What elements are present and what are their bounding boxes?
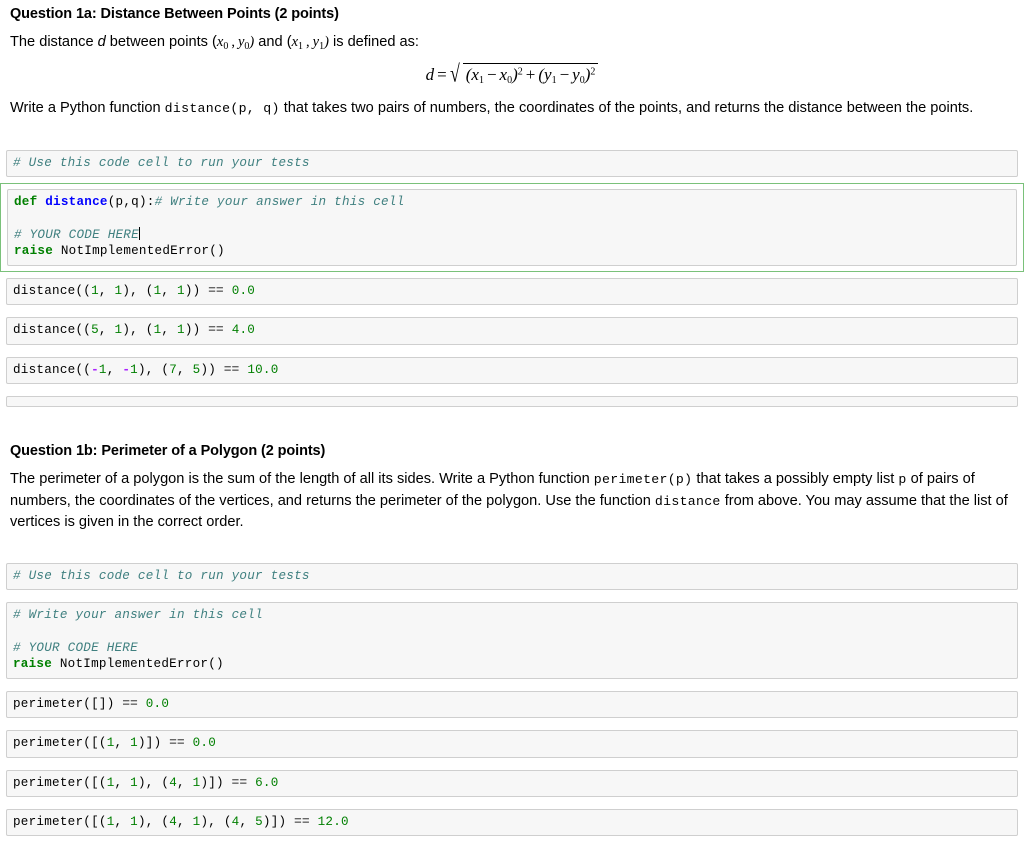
code-cell-assert-perimeter-1[interactable]: perimeter([]) == 0.0 perimeter([]) == 0.… xyxy=(0,685,1024,724)
code-cell-assert-distance-2[interactable]: distance((5, 1), (1, 1)) == 4.0 distance… xyxy=(0,311,1024,350)
inline-code-p: p xyxy=(898,472,907,488)
point-p0-inline: x0, y0) xyxy=(216,34,255,52)
code-content[interactable]: perimeter([]) == 0.0 xyxy=(13,696,1011,712)
markdown-cell-question-1a[interactable]: Question 1a: Distance Between Points (2 … xyxy=(0,0,1024,120)
exception-name: NotImplementedError() xyxy=(52,657,224,672)
code-cell-assert-perimeter-2[interactable]: perimeter([(1, 1)]) == 0.0 perimeter([(1… xyxy=(0,724,1024,763)
markdown-cell-question-1b[interactable]: Question 1b: Perimeter of a Polygon (2 p… xyxy=(0,437,1024,533)
square-root-group: √ (x1− x0)2 + (y1− y0)2 xyxy=(449,60,599,88)
code-content[interactable]: # Write your answer in this cell # YOUR … xyxy=(13,607,1011,673)
text-fragment: The distance xyxy=(10,34,98,50)
text-fragment: between points ( xyxy=(105,34,217,50)
code-content[interactable]: # Use this code cell to run your tests xyxy=(13,568,1011,584)
code-cell-editor[interactable]: def distance(p,q):# Write your answer in… xyxy=(7,189,1017,266)
formula-lhs: d xyxy=(425,65,435,85)
inline-code-perimeter-signature: perimeter(p) xyxy=(593,472,693,488)
code-content[interactable]: def distance(p,q):# Write your answer in… xyxy=(14,194,1010,260)
op-minus-2: − xyxy=(559,65,570,85)
text-fragment: that takes two pairs of numbers, the coo… xyxy=(279,100,974,117)
code-cell-editor[interactable]: perimeter([]) == 0.0 perimeter([]) == 0.… xyxy=(6,690,1018,719)
sub-1b: 1 xyxy=(551,75,557,87)
code-cell-editor[interactable]: perimeter([(1, 1)]) == 0.0 perimeter([(1… xyxy=(6,730,1018,758)
code-content[interactable]: distance((5, 1), (1, 1)) == 4.0 xyxy=(13,322,1011,338)
distance-formula: d = √ (x1− x0)2 + (y1− y0)2 xyxy=(10,57,1014,90)
code-cell-editor[interactable]: perimeter([(1, 1), (4, 1)]) == 6.0 perim… xyxy=(6,769,1018,798)
code-comment-your-code-here: # YOUR CODE HERE xyxy=(14,227,139,242)
code-cell-editor[interactable]: # Use this code cell to run your tests xyxy=(6,562,1018,591)
code-comment-answer-hint: # Write your answer in this cell xyxy=(13,608,263,623)
code-cell-assert-distance-1[interactable]: distance((1, 1), (1, 1)) == 0.0 distance… xyxy=(0,272,1024,311)
text-fragment: Write a Python function xyxy=(10,100,165,117)
sub-0: 0 xyxy=(507,75,513,87)
exception-name: NotImplementedError() xyxy=(53,244,225,259)
math-var-d: d xyxy=(97,34,106,50)
code-content[interactable]: perimeter([(1, 1)]) == 0.0 xyxy=(13,735,1011,751)
formula-equals: = xyxy=(437,65,447,85)
code-comment-your-code-here: # YOUR CODE HERE xyxy=(13,641,138,655)
code-content[interactable]: perimeter([(1, 1), (4, 1)]) == 6.0 xyxy=(13,775,1011,791)
sqrt-icon: √ xyxy=(449,60,460,88)
op-plus: + xyxy=(525,65,536,85)
term-x0: x xyxy=(499,65,508,85)
inline-code-distance: distance xyxy=(654,493,721,509)
point-p1-inline: x1, y1) xyxy=(291,34,329,52)
page-title-question-1a: Question 1a: Distance Between Points (2 … xyxy=(10,6,339,22)
code-cell-editor[interactable] xyxy=(6,396,1018,408)
code-cell-editor[interactable]: # Use this code cell to run your tests xyxy=(6,149,1018,178)
code-content[interactable]: distance((-1, -1), (7, 5)) == 10.0 xyxy=(13,362,1011,378)
text-cursor xyxy=(138,226,140,240)
keyword-def: def xyxy=(14,195,38,210)
code-content[interactable]: perimeter([(1, 1), (4, 1), (4, 5)]) == 1… xyxy=(13,814,1011,830)
question-1a-definition-paragraph: The distance d between points (x0, y0) an… xyxy=(10,24,1014,57)
code-cell-assert-distance-3[interactable]: distance((-1, -1), (7, 5)) == 10.0 dista… xyxy=(0,351,1024,390)
code-comment: # Use this code cell to run your tests xyxy=(13,155,310,170)
code-content[interactable]: distance((1, 1), (1, 1)) == 0.0 xyxy=(13,283,1011,299)
code-cell-empty[interactable] xyxy=(0,390,1024,413)
code-cell-editor[interactable]: distance((5, 1), (1, 1)) == 4.0 distance… xyxy=(6,317,1018,345)
exponent-2: 2 xyxy=(517,66,523,78)
page-title-question-1b: Question 1b: Perimeter of a Polygon (2 p… xyxy=(10,443,326,460)
question-1a-task-paragraph: Write a Python function distance(p, q) t… xyxy=(10,90,1014,120)
text-fragment: The perimeter of a polygon is the sum of… xyxy=(10,471,594,488)
inline-code-distance-signature: distance(p, q) xyxy=(164,101,280,117)
keyword-raise: raise xyxy=(13,657,53,672)
keyword-raise: raise xyxy=(14,244,54,259)
code-cell-assert-perimeter-4[interactable]: perimeter([(1, 1), (4, 1), (4, 5)]) == 1… xyxy=(0,803,1024,842)
code-cell-assert-perimeter-3[interactable]: perimeter([(1, 1), (4, 1)]) == 6.0 perim… xyxy=(0,764,1024,803)
op-minus: − xyxy=(486,65,497,85)
function-name-distance: distance xyxy=(45,195,108,210)
question-1b-paragraph: The perimeter of a polygon is the sum of… xyxy=(10,461,1014,533)
code-cell-answer-1b[interactable]: # Write your answer in this cell # YOUR … xyxy=(0,596,1024,685)
code-cell-editor[interactable]: perimeter([(1, 1), (4, 1), (4, 5)]) == 1… xyxy=(6,809,1018,837)
notebook-container: Question 1a: Distance Between Points (2 … xyxy=(0,0,1024,842)
term-y1: y xyxy=(544,65,552,85)
sub-0b: 0 xyxy=(579,75,585,87)
function-args: (p,q): xyxy=(107,195,155,210)
code-cell-answer-1a-selected[interactable]: def distance(p,q):# Write your answer in… xyxy=(0,183,1024,272)
code-cell-tests-1a[interactable]: # Use this code cell to run your tests xyxy=(0,144,1024,183)
text-fragment: is defined as: xyxy=(328,34,419,50)
code-cell-editor[interactable]: distance((-1, -1), (7, 5)) == 10.0 dista… xyxy=(6,356,1018,385)
radicand: (x1− x0)2 + (y1− y0)2 xyxy=(462,63,599,87)
distance-formula-expression: d = √ (x1− x0)2 + (y1− y0)2 xyxy=(425,60,599,88)
code-comment: # Use this code cell to run your tests xyxy=(13,568,310,583)
code-comment: # Write your answer in this cell xyxy=(154,195,405,210)
term-y0: y xyxy=(572,65,580,85)
term-x1: x xyxy=(471,65,479,85)
code-cell-editor[interactable]: distance((1, 1), (1, 1)) == 0.0 distance… xyxy=(6,277,1018,306)
code-content[interactable]: # Use this code cell to run your tests xyxy=(13,155,1011,171)
text-fragment: and ( xyxy=(254,34,292,50)
code-cell-tests-1b[interactable]: # Use this code cell to run your tests xyxy=(0,557,1024,596)
code-cell-editor[interactable]: # Write your answer in this cell # YOUR … xyxy=(6,602,1018,679)
text-fragment: that takes a possibly empty list xyxy=(692,471,899,488)
exponent-2b: 2 xyxy=(590,66,596,78)
